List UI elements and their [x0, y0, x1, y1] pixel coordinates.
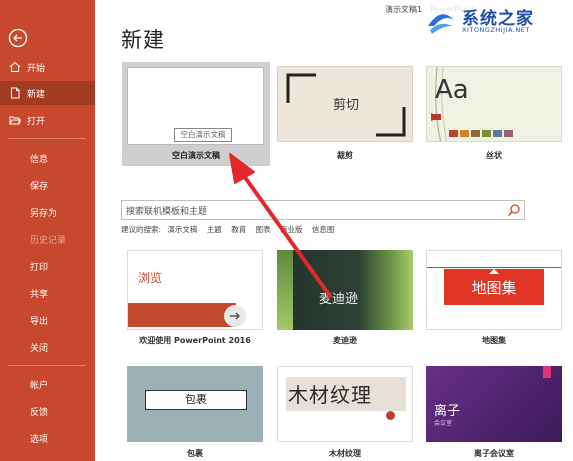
- suggested-search-link[interactable]: 信息图: [312, 225, 335, 234]
- sidebar-item-home[interactable]: 开始: [0, 55, 95, 79]
- watermark-logo-icon: [428, 14, 454, 34]
- template-crop[interactable]: 剪切 裁剪: [277, 66, 413, 166]
- thumbnail-label: 木材纹理: [288, 383, 372, 407]
- template-thumbnail: 剪切: [277, 66, 413, 142]
- sidebar-item-close[interactable]: 关闭: [0, 335, 95, 359]
- arrow-right-icon: [224, 305, 246, 327]
- thumbnail-label: 空白演示文稿: [174, 128, 232, 142]
- search-placeholder: 搜索联机模板和主题: [126, 207, 208, 217]
- thumbnail-band: [128, 303, 236, 327]
- template-thumbnail: 浏览: [127, 250, 263, 330]
- template-caption: 地图集: [482, 336, 506, 345]
- thumbnail-label: 剪切: [332, 98, 359, 113]
- thumbnail-label: 麦迪逊: [319, 292, 359, 307]
- suggested-searches: 建议的搜索: 演示文稿 主题 教育 图表 商业版 信息图: [121, 224, 341, 235]
- template-madison[interactable]: 麦迪逊 麦迪逊: [277, 250, 413, 348]
- thumbnail-notch: [489, 269, 499, 274]
- sidebar-item-label: 帐户: [30, 380, 49, 391]
- thumbnail-label: 包裹: [145, 390, 247, 410]
- template-thumbnail: 离子 会议室: [426, 366, 562, 442]
- template-caption: 离子会议室: [474, 449, 514, 458]
- template-thumbnail: 空白演示文稿: [127, 67, 264, 145]
- sidebar-item-export[interactable]: 导出: [0, 308, 95, 332]
- template-ion-boardroom[interactable]: 离子 会议室 离子会议室: [426, 366, 562, 461]
- sidebar-item-label: 另存为: [30, 208, 58, 219]
- template-caption: 包裹: [187, 449, 203, 458]
- suggested-search-link[interactable]: 教育: [231, 225, 246, 234]
- sidebar-item-options[interactable]: 选项: [0, 426, 95, 450]
- template-thumbnail: 麦迪逊: [277, 250, 413, 330]
- sidebar-item-feedback[interactable]: 反馈: [0, 399, 95, 423]
- main-panel: 演示文稿1 - PowerPoint 新建 空白演示文稿 空白演示文稿 剪切 裁…: [95, 0, 573, 461]
- suggested-search-link[interactable]: 图表: [256, 225, 271, 234]
- template-caption: 木材纹理: [329, 449, 361, 458]
- template-wood-type[interactable]: 木材纹理 木材纹理: [277, 366, 413, 461]
- template-caption: 丝状: [486, 151, 502, 160]
- template-wisp[interactable]: Aa 丝状: [426, 66, 562, 166]
- sidebar-item-account[interactable]: 帐户: [0, 372, 95, 396]
- suggested-searches-label: 建议的搜索:: [121, 225, 162, 234]
- template-parcel[interactable]: 包裹 包裹: [127, 366, 263, 461]
- suggested-search-link[interactable]: 主题: [207, 225, 222, 234]
- template-thumbnail: 地图集: [426, 250, 562, 330]
- sidebar-item-label: 选项: [30, 434, 49, 445]
- thumbnail-label: 地图集: [471, 279, 517, 297]
- sidebar-item-open[interactable]: 打开: [0, 108, 95, 132]
- page-title: 新建: [121, 28, 165, 52]
- sidebar-item-label: 开始: [27, 63, 46, 74]
- template-blank-presentation[interactable]: 空白演示文稿 空白演示文稿: [122, 62, 270, 166]
- watermark: 系统之家 XITONGZHIJIA.NET: [422, 0, 573, 46]
- thumbnail-subtitle: 会议室: [434, 420, 453, 427]
- template-caption: 麦迪逊: [333, 336, 357, 345]
- sidebar-item-label: 保存: [30, 181, 49, 192]
- new-document-icon: [11, 87, 20, 99]
- thumbnail-dot: [386, 411, 395, 420]
- watermark-url: XITONGZHIJIA.NET: [462, 26, 530, 34]
- template-atlas[interactable]: 地图集 地图集: [426, 250, 562, 348]
- template-caption: 空白演示文稿: [172, 151, 220, 160]
- sidebar-item-label: 导出: [30, 316, 49, 327]
- thumbnail-label: 离子: [434, 404, 461, 419]
- thumbnail-rule: [427, 267, 561, 268]
- sidebar-item-new[interactable]: 新建: [0, 81, 95, 105]
- sidebar-item-label: 信息: [30, 154, 49, 165]
- template-search-input[interactable]: 搜索联机模板和主题: [121, 200, 525, 220]
- thumbnail-label: Aa: [435, 75, 469, 105]
- sidebar-divider: [8, 365, 86, 366]
- thumbnail-tab: [543, 366, 551, 378]
- sidebar-item-label: 历史记录: [30, 235, 67, 246]
- template-welcome[interactable]: 浏览 欢迎使用 PowerPoint 2016: [127, 250, 263, 348]
- sidebar-item-label: 关闭: [30, 343, 49, 354]
- sidebar-item-label: 共享: [30, 289, 49, 300]
- search-icon[interactable]: [507, 203, 521, 217]
- sidebar-item-save-as[interactable]: 另存为: [0, 200, 95, 224]
- thumbnail-stripe: [277, 250, 293, 330]
- thumbnail-label: 浏览: [138, 271, 163, 285]
- template-thumbnail: 包裹: [127, 366, 263, 442]
- sidebar-item-save[interactable]: 保存: [0, 173, 95, 197]
- sidebar-item-label: 打开: [27, 116, 46, 127]
- template-caption: 裁剪: [337, 151, 353, 160]
- sidebar-item-label: 新建: [27, 89, 46, 100]
- suggested-search-link[interactable]: 演示文稿: [167, 225, 197, 234]
- template-thumbnail: Aa: [426, 66, 562, 142]
- home-icon: [9, 61, 21, 72]
- suggested-search-link[interactable]: 商业版: [280, 225, 303, 234]
- template-caption: 欢迎使用 PowerPoint 2016: [139, 336, 251, 345]
- sidebar-item-label: 打印: [30, 262, 49, 273]
- sidebar-item-label: 反馈: [30, 407, 49, 418]
- template-thumbnail: 木材纹理: [277, 366, 413, 442]
- sidebar-item-history: 历史记录: [0, 227, 95, 251]
- sidebar-divider: [8, 138, 86, 139]
- sidebar-item-info[interactable]: 信息: [0, 146, 95, 170]
- sidebar-item-share[interactable]: 共享: [0, 281, 95, 305]
- backstage-sidebar: 开始 新建 打开 信息 保存 另存为 历史记录 打印 共享 导出 关闭 帐户 反…: [0, 0, 95, 461]
- sidebar-item-print[interactable]: 打印: [0, 254, 95, 278]
- open-folder-icon: [9, 116, 21, 125]
- back-arrow-icon[interactable]: [8, 28, 28, 48]
